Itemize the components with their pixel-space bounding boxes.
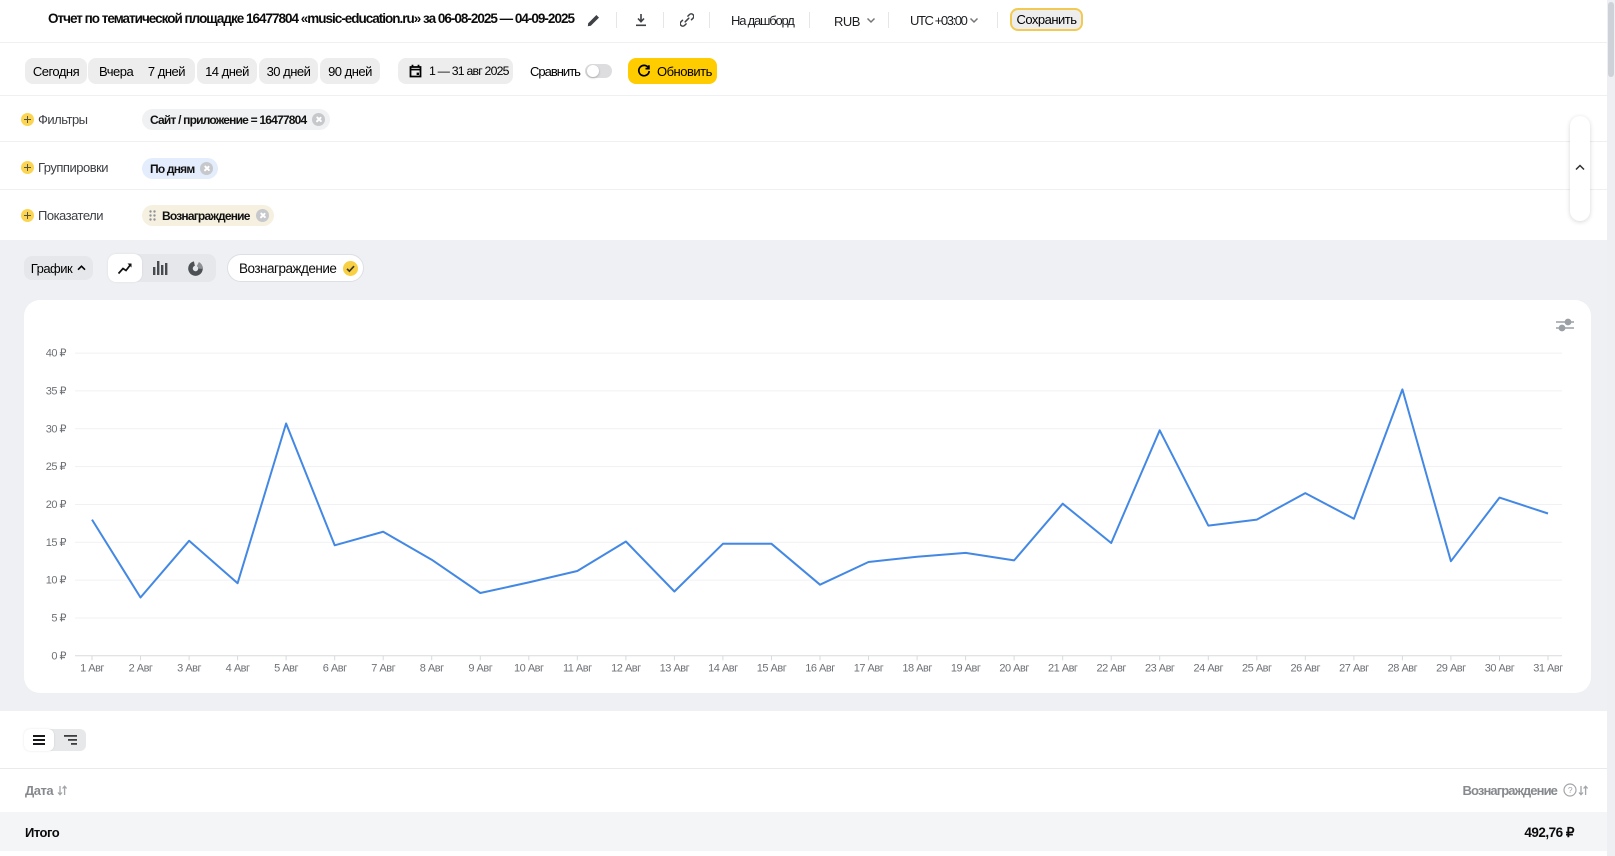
svg-text:31 Авг: 31 Авг bbox=[1533, 663, 1563, 675]
svg-text:7 Авг: 7 Авг bbox=[371, 663, 395, 675]
svg-text:17 Авг: 17 Авг bbox=[854, 663, 884, 675]
svg-text:12 Авг: 12 Авг bbox=[611, 663, 641, 675]
svg-text:22 Авг: 22 Авг bbox=[1096, 663, 1126, 675]
svg-text:14 Авг: 14 Авг bbox=[708, 663, 738, 675]
svg-text:?: ? bbox=[1568, 785, 1573, 795]
svg-text:5 Авг: 5 Авг bbox=[274, 663, 298, 675]
svg-text:0 ₽: 0 ₽ bbox=[51, 650, 66, 662]
svg-text:29 Авг: 29 Авг bbox=[1436, 663, 1466, 675]
svg-text:27 Авг: 27 Авг bbox=[1339, 663, 1369, 675]
svg-text:13 Авг: 13 Авг bbox=[660, 663, 690, 675]
svg-text:25 Авг: 25 Авг bbox=[1242, 663, 1272, 675]
svg-text:15 ₽: 15 ₽ bbox=[46, 537, 67, 549]
svg-text:3 Авг: 3 Авг bbox=[177, 663, 201, 675]
svg-text:26 Авг: 26 Авг bbox=[1291, 663, 1321, 675]
svg-text:25 ₽: 25 ₽ bbox=[46, 461, 67, 473]
svg-text:5 ₽: 5 ₽ bbox=[51, 613, 66, 625]
svg-text:40 ₽: 40 ₽ bbox=[46, 348, 67, 360]
svg-text:30 Авг: 30 Авг bbox=[1485, 663, 1515, 675]
svg-text:28 Авг: 28 Авг bbox=[1388, 663, 1418, 675]
svg-text:23 Авг: 23 Авг bbox=[1145, 663, 1175, 675]
svg-text:18 Авг: 18 Авг bbox=[902, 663, 932, 675]
svg-text:24 Авг: 24 Авг bbox=[1194, 663, 1224, 675]
svg-text:20 ₽: 20 ₽ bbox=[46, 499, 67, 511]
svg-text:10 Авг: 10 Авг bbox=[514, 663, 544, 675]
svg-text:19 Авг: 19 Авг bbox=[951, 663, 981, 675]
svg-text:35 ₽: 35 ₽ bbox=[46, 385, 67, 397]
svg-text:15 Авг: 15 Авг bbox=[757, 663, 787, 675]
svg-text:30 ₽: 30 ₽ bbox=[46, 423, 67, 435]
svg-text:8 Авг: 8 Авг bbox=[420, 663, 444, 675]
svg-text:21 Авг: 21 Авг bbox=[1048, 663, 1078, 675]
svg-text:9 Авг: 9 Авг bbox=[468, 663, 492, 675]
svg-text:4 Авг: 4 Авг bbox=[226, 663, 250, 675]
svg-text:16 Авг: 16 Авг bbox=[805, 663, 835, 675]
svg-text:1 Авг: 1 Авг bbox=[80, 663, 104, 675]
svg-text:20 Авг: 20 Авг bbox=[999, 663, 1029, 675]
svg-text:2 Авг: 2 Авг bbox=[129, 663, 153, 675]
svg-text:11 Авг: 11 Авг bbox=[563, 663, 592, 675]
svg-text:6 Авг: 6 Авг bbox=[323, 663, 347, 675]
svg-text:10 ₽: 10 ₽ bbox=[46, 575, 67, 587]
